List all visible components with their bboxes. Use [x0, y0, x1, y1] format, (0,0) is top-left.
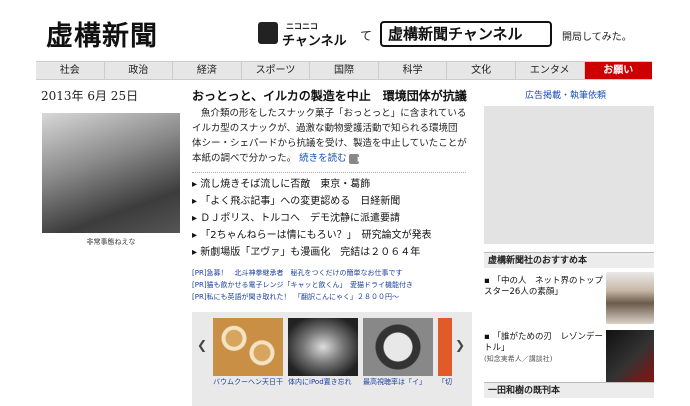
- article-body: 魚介類の形をしたスナック菓子「おっとっと」に含まれているイルカ型のスナックが、過…: [192, 106, 467, 166]
- thumbnail-partial[interactable]: [438, 318, 452, 376]
- channel-name-box[interactable]: 虚構新聞チャンネル: [380, 21, 552, 47]
- read-more-arrow-icon[interactable]: ▶: [348, 153, 363, 164]
- book-publisher: (知念実希人／講談社): [484, 355, 553, 363]
- divider: [192, 172, 466, 173]
- thumbnail-caption[interactable]: 体内にiPod置き忘れ: [288, 377, 358, 387]
- related-article-item[interactable]: ▸ 「よく飛ぶ記事」への変更認める 日経新聞: [192, 193, 466, 210]
- nav-item-request[interactable]: お願い: [584, 62, 653, 79]
- book-item[interactable]: ▪ 「誰がための刃 レゾンデートル」 (知念実希人／講談社): [484, 332, 604, 365]
- site-logo[interactable]: 虚構新聞: [46, 14, 158, 53]
- category-nav: 社会 政治 経済 スポーツ 国際 科学 文化 エンタメ お願い: [36, 61, 653, 80]
- nav-item-politics[interactable]: 政治: [105, 62, 174, 79]
- article-headline[interactable]: おっとっと、イルカの製造を中止 環境団体が抗議: [192, 87, 467, 104]
- nav-item-international[interactable]: 国際: [310, 62, 379, 79]
- thumbnail-caption[interactable]: 「切: [438, 377, 452, 387]
- nav-item-entertainment[interactable]: エンタメ: [516, 62, 585, 79]
- nav-item-economy[interactable]: 経済: [173, 62, 242, 79]
- book-cover-nakanohito[interactable]: [606, 272, 654, 324]
- niconico-tv-icon: [258, 22, 278, 44]
- related-article-item[interactable]: ▸ ＤＪポリス、トルコへ デモ沈静に派遣要請: [192, 210, 466, 227]
- thumbnail-xray[interactable]: [288, 318, 358, 376]
- related-article-title[interactable]: 「2ちゃんねらーは情にもろい？」 研究論文が発表: [200, 230, 431, 241]
- book-title[interactable]: 「中の人 ネット界のトップスター26人の素顔」: [484, 276, 603, 297]
- thumbnail-caption[interactable]: バウムクーヘン天日干し: [213, 377, 283, 387]
- carousel-prev-icon[interactable]: ❮: [197, 338, 207, 352]
- pr-link[interactable]: [PR]急募！ 北斗神拳継承者 秘孔をつくだけの簡単なお仕事です: [192, 268, 403, 278]
- nav-item-culture[interactable]: 文化: [447, 62, 516, 79]
- thumbnail-letter-i[interactable]: [363, 318, 433, 376]
- current-date: 2013年 6月 25日: [41, 89, 139, 103]
- nav-item-science[interactable]: 科学: [379, 62, 448, 79]
- thumbnail-caption[interactable]: 最高視聴率は「イ」: [363, 377, 433, 387]
- pr-link[interactable]: [PR]私にも英語が聞き取れた！ 「翻訳こんにゃく」２８００円～: [192, 292, 399, 302]
- related-article-title[interactable]: 流し焼きそば流しに否敵 東京・葛飾: [200, 179, 370, 190]
- related-article-title[interactable]: 「よく飛ぶ記事」への変更認める 日経新聞: [200, 196, 400, 207]
- featured-photo[interactable]: [42, 113, 180, 233]
- te-text: て: [360, 29, 373, 43]
- ad-contact-link[interactable]: 広告掲載・執筆依頼: [525, 88, 606, 101]
- related-article-item[interactable]: ▸ 流し焼きそば流しに否敵 東京・葛飾: [192, 176, 466, 193]
- channel-opened-text: 開局してみた。: [562, 32, 632, 43]
- carousel-next-icon[interactable]: ❯: [455, 338, 465, 352]
- pr-link[interactable]: [PR]猫も飲かせる電子レンジ「キャッと飲くん」 愛猫ドライ機能付き: [192, 280, 413, 290]
- nav-item-society[interactable]: 社会: [36, 62, 105, 79]
- niconico-channel-logo[interactable]: ニコニコ チャンネル: [258, 20, 358, 49]
- author-books-heading: 一田和樹の既刊本: [484, 382, 654, 398]
- related-article-title[interactable]: 新劇場版「ヱヴァ」も漫画化 完結は２０６４年: [200, 247, 420, 258]
- recommended-books-heading: 虚構新聞社のおすすめ本: [484, 252, 654, 268]
- related-article-item[interactable]: ▸ 「2ちゃんねらーは情にもろい？」 研究論文が発表: [192, 227, 466, 244]
- book-item[interactable]: ▪ 「中の人 ネット界のトップスター26人の素顔」: [484, 276, 604, 298]
- nav-item-sports[interactable]: スポーツ: [242, 62, 311, 79]
- photo-caption: 非常事態ねえな: [86, 238, 136, 246]
- read-more-link[interactable]: 続きを読む: [299, 153, 347, 164]
- ad-placeholder: [484, 106, 654, 244]
- thumbnail-baumkuchen[interactable]: [213, 318, 283, 376]
- book-title[interactable]: 「誰がための刃 レゾンデートル」: [484, 332, 603, 353]
- related-article-item[interactable]: ▸ 新劇場版「ヱヴァ」も漫画化 完結は２０６４年: [192, 244, 466, 261]
- related-article-title[interactable]: ＤＪポリス、トルコへ デモ沈静に派遣要請: [200, 213, 400, 224]
- book-cover-reason[interactable]: [606, 330, 654, 382]
- niconico-channel-text: チャンネル: [282, 34, 347, 49]
